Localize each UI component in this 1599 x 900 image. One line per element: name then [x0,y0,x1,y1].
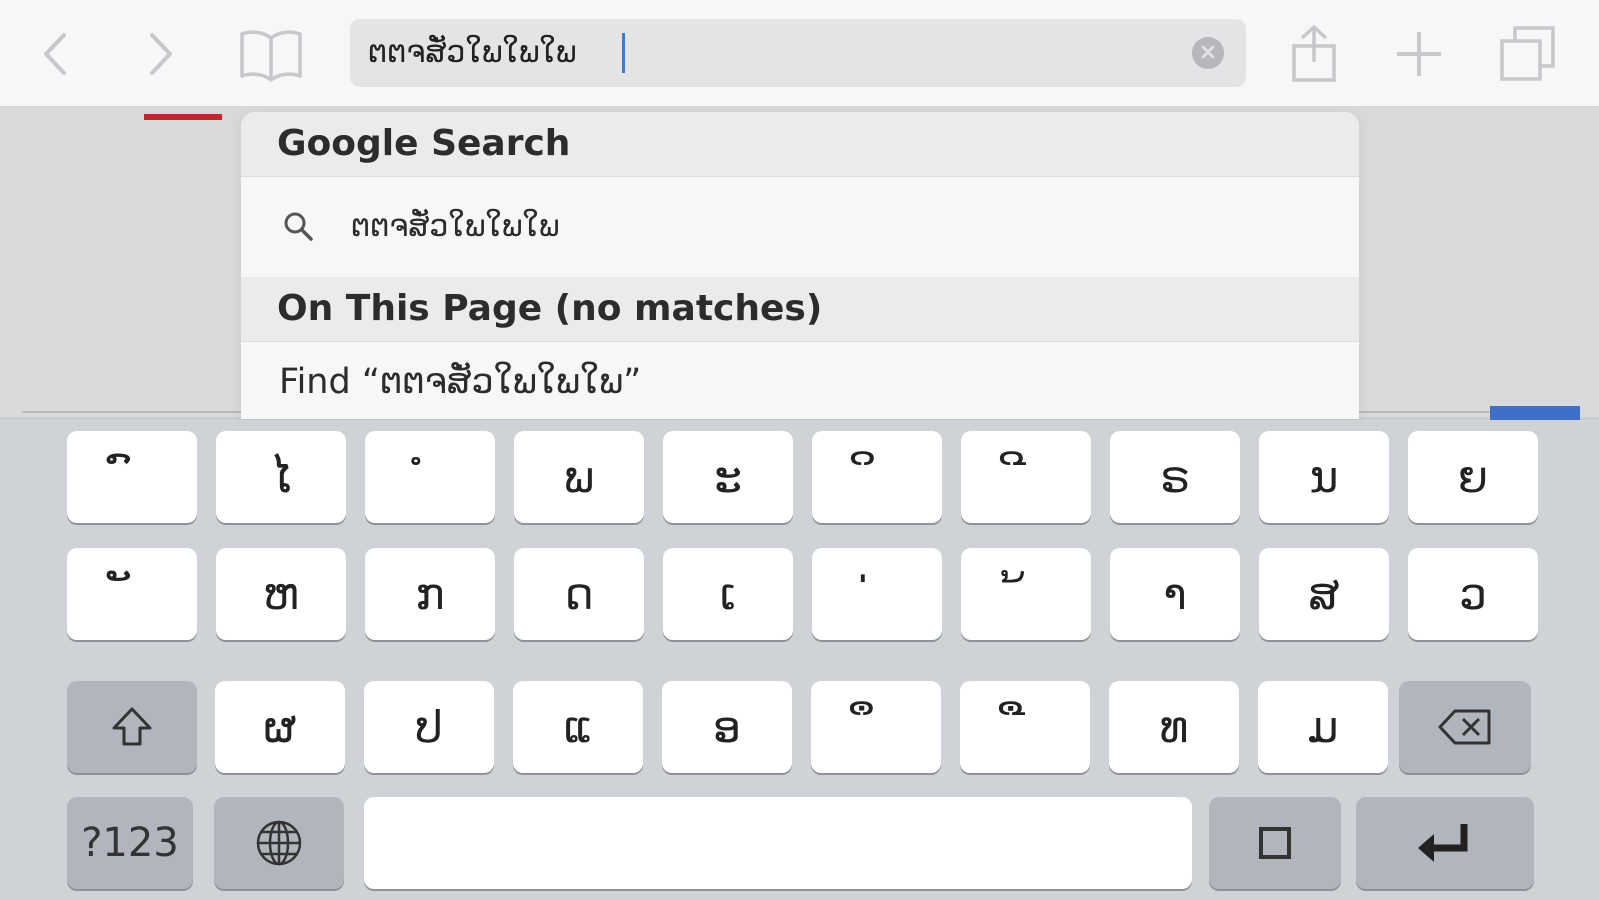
on-this-page-header: On This Page (no matches) [241,277,1359,341]
letter-key-label: ນ [1309,451,1339,503]
search-icon [284,212,313,241]
letter-key[interactable]: ເ [663,548,793,640]
find-on-page-row[interactable]: Find “ຕຕຈສັ່ວໃພໃພໃພ” [241,341,1359,419]
return-icon[interactable] [1356,797,1534,889]
letter-key[interactable]: ປ [364,681,494,773]
letter-key-label: ສ [1308,568,1340,620]
letter-key[interactable]: ີ [961,431,1091,523]
letter-key-label: ແ [563,701,593,753]
google-search-header: Google Search [241,112,1359,176]
letter-key-label: ວ [1459,568,1487,620]
letter-key-label: ມ [1307,701,1339,753]
letter-key-label: ຫ [262,568,300,620]
letter-key[interactable]: ກ [365,548,495,640]
suggestion-query: ຕຕຈສັ່ວໃພໃພໃພ [351,209,560,244]
letter-key[interactable]: ແ [513,681,643,773]
google-suggestion-row[interactable]: ຕຕຈສັ່ວໃພໃພໃພ [241,176,1359,277]
on-this-page-header-label: On This Page (no matches) [277,288,823,329]
letter-key[interactable]: ໍ [365,431,495,523]
letter-key-label: າ [1163,568,1187,620]
page-red-accent [144,114,222,120]
browser-toolbar: ຕຕຈສັ່ວໃພໃພໃພ × [0,0,1599,107]
chevron-right-icon[interactable] [128,22,192,86]
share-icon[interactable] [1282,22,1346,86]
letter-key[interactable]: ະ [663,431,793,523]
letter-key[interactable]: ໄ [216,431,346,523]
letter-key-label: ດ [564,568,594,620]
letter-key[interactable]: ົ [67,431,197,523]
page-blue-accent [1490,406,1580,420]
letter-key-label: ະ [714,451,742,503]
search-suggestions-popover: Google Search ຕຕຈສັ່ວໃພໃພໃພ On This Page… [241,112,1359,419]
address-input[interactable]: ຕຕຈສັ່ວໃພໃພໃພ [368,19,576,87]
letter-key[interactable]: ຍ [1408,431,1538,523]
letter-key[interactable]: ດ [514,548,644,640]
letter-key-label: ທ [1159,701,1189,753]
shift-icon[interactable] [67,681,197,773]
letter-key-label: ກ [415,568,445,620]
onscreen-keyboard: ົ ໄໍ ພ ະິີ ຣ ນ ຍ ັ ຫ ກ ດ ເ່້ າ ສ ວ ຜ ປ ແ ອຶື ທ ມ ?123 [0,420,1599,900]
tabs-icon[interactable] [1496,22,1560,86]
letter-key[interactable]: ິ [812,431,942,523]
letter-key[interactable]: ອ [662,681,792,773]
letter-key-label: ອ [713,701,741,753]
letter-key[interactable]: ຜ [215,681,345,773]
letter-key-label: ຣ [1159,451,1191,503]
letter-key[interactable]: ຣ [1110,431,1240,523]
letter-key[interactable]: ື [960,681,1090,773]
letter-key-label: ໄ [270,451,292,503]
plus-icon[interactable] [1387,22,1451,86]
letter-key[interactable]: າ [1110,548,1240,640]
backspace-icon[interactable] [1399,681,1531,773]
letter-key-label: ຜ [263,701,297,753]
letter-key[interactable]: ່ [812,548,942,640]
numbers-key[interactable]: ?123 [67,797,193,889]
open-book-icon[interactable] [236,22,306,86]
globe-icon[interactable] [214,797,344,889]
letter-key-label: ປ [415,701,443,753]
letter-key-label: ພ [563,451,595,503]
letter-key[interactable]: ວ [1408,548,1538,640]
letter-key[interactable]: ັ [67,548,197,640]
letter-key[interactable]: ມ [1258,681,1388,773]
square-icon[interactable] [1209,797,1341,889]
letter-key[interactable]: ້ [961,548,1091,640]
find-on-page-label: Find “ຕຕຈສັ່ວໃພໃພໃພ” [279,362,642,402]
letter-key[interactable]: ນ [1259,431,1389,523]
space-key[interactable] [364,797,1192,889]
chevron-left-icon[interactable] [24,22,88,86]
letter-key[interactable]: ພ [514,431,644,523]
text-caret [622,33,625,73]
letter-key-label: ເ [719,568,737,620]
address-bar[interactable]: ຕຕຈສັ່ວໃພໃພໃພ × [350,19,1246,87]
letter-key[interactable]: ຫ [216,548,346,640]
letter-key[interactable]: ສ [1259,548,1389,640]
clear-circle-icon[interactable]: × [1192,37,1224,69]
letter-key-label: ຍ [1457,451,1489,503]
numbers-key-label: ?123 [81,820,179,866]
letter-key[interactable]: ຶ [811,681,941,773]
letter-key[interactable]: ທ [1109,681,1239,773]
google-search-header-label: Google Search [277,123,571,164]
